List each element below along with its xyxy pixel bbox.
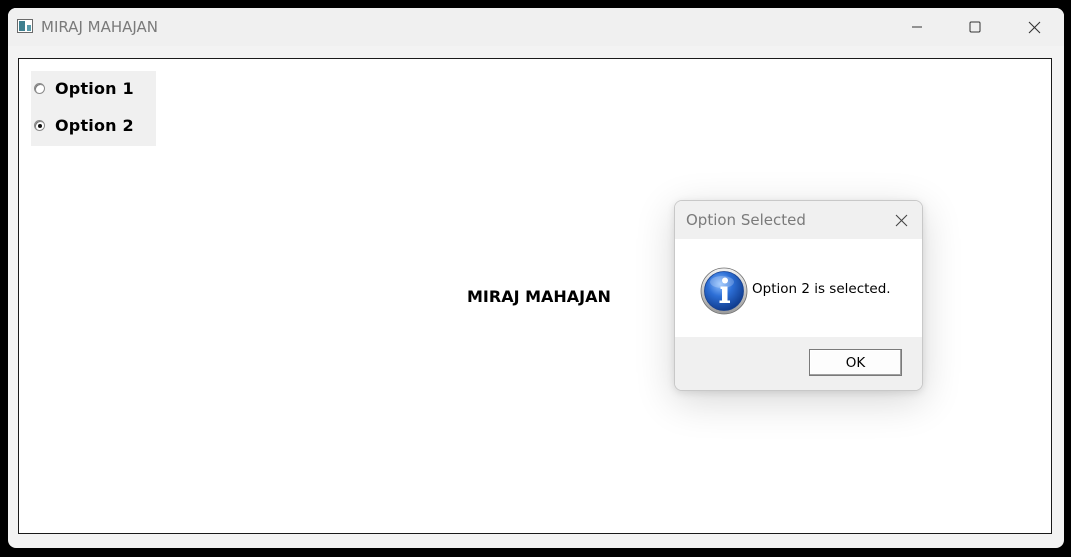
name-label: MIRAJ MAHAJAN — [467, 287, 611, 306]
dialog-body: Option 2 is selected. — [675, 239, 922, 337]
ok-button[interactable]: OK — [809, 349, 902, 376]
radio-option-2[interactable]: Option 2 — [31, 113, 134, 137]
minimize-button[interactable] — [888, 8, 946, 46]
message-box: Option Selected Option 2 is selected. OK — [674, 200, 923, 391]
radio-selected-dot — [38, 123, 42, 128]
app-icon — [17, 19, 33, 33]
radio-button-checked[interactable] — [34, 119, 45, 131]
radio-group: Option 1 Option 2 — [31, 71, 156, 146]
dialog-message: Option 2 is selected. — [752, 281, 891, 297]
title-bar[interactable]: MIRAJ MAHAJAN — [8, 8, 1064, 46]
minimize-icon — [912, 26, 922, 28]
dialog-footer: OK — [675, 337, 922, 390]
radio-label[interactable]: Option 2 — [55, 116, 134, 135]
window-title: MIRAJ MAHAJAN — [41, 18, 159, 36]
close-icon — [895, 214, 907, 226]
dialog-title-bar[interactable]: Option Selected — [675, 201, 922, 239]
close-button[interactable] — [1005, 8, 1063, 46]
close-icon — [1028, 21, 1040, 33]
maximize-icon — [969, 21, 981, 33]
dialog-title: Option Selected — [686, 211, 806, 229]
info-icon — [700, 267, 748, 315]
dialog-close-button[interactable] — [886, 205, 916, 235]
radio-button-unchecked[interactable] — [34, 82, 45, 94]
radio-label[interactable]: Option 1 — [55, 79, 134, 98]
radio-option-1[interactable]: Option 1 — [31, 76, 134, 100]
maximize-button[interactable] — [946, 8, 1004, 46]
